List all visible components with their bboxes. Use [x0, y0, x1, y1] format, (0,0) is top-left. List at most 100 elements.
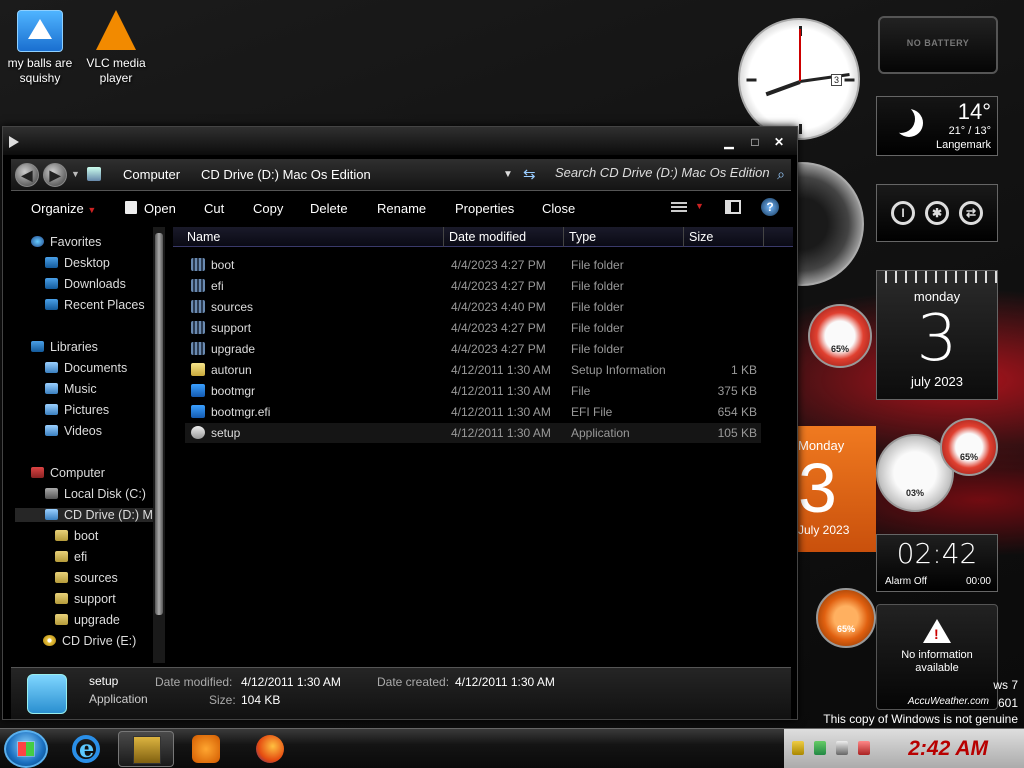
help-icon[interactable]: ?	[761, 198, 779, 216]
taskbar-media-player[interactable]	[178, 731, 234, 767]
column-separator[interactable]	[763, 227, 764, 247]
nav-music[interactable]: Music	[45, 382, 97, 396]
cut-button[interactable]: Cut	[204, 201, 224, 216]
navigation-scrollbar[interactable]	[153, 227, 165, 663]
nav-desktop[interactable]: Desktop	[45, 256, 110, 270]
monitor-icon[interactable]	[836, 741, 848, 755]
analog-clock-gadget[interactable]: 3	[738, 18, 860, 140]
nav-local-disk[interactable]: Local Disk (C:)	[45, 487, 146, 501]
file-row[interactable]: sources 4/4/2023 4:40 PM File folder	[185, 297, 761, 317]
organize-button[interactable]: Organize ▼	[31, 201, 96, 216]
nav-computer[interactable]: Computer	[31, 466, 105, 480]
start-button[interactable]	[4, 730, 48, 768]
forward-button[interactable]: ▶	[43, 163, 67, 187]
internet-explorer-icon	[72, 734, 100, 763]
nav-upgrade[interactable]: upgrade	[55, 613, 120, 627]
file-row[interactable]: autorun 4/12/2011 1:30 AM Setup Informat…	[185, 360, 761, 380]
explorer-icon	[133, 736, 161, 764]
breadcrumb-cd-drive[interactable]: CD Drive (D:) Mac Os Edition	[201, 167, 371, 182]
nav-documents[interactable]: Documents	[45, 361, 127, 375]
scrollbar-thumb[interactable]	[155, 233, 163, 615]
nav-videos[interactable]: Videos	[45, 424, 102, 438]
desktop-icon-vlc[interactable]: VLC media player	[76, 10, 156, 86]
desktop-icon-folder[interactable]: my balls are squishy	[0, 10, 80, 86]
accuweather-gadget[interactable]: ! No information available AccuWeather.c…	[876, 604, 998, 710]
gauge-value: 03%	[905, 488, 924, 498]
file-row[interactable]: efi 4/4/2023 4:27 PM File folder	[185, 276, 761, 296]
column-size[interactable]: Size	[689, 230, 713, 244]
taskbar-firefox[interactable]	[242, 731, 298, 767]
chevron-down-icon[interactable]: ▼	[71, 169, 80, 179]
gauge-value: 65%	[836, 624, 855, 634]
refresh-icon[interactable]: ⇆	[523, 165, 536, 183]
nav-cd-drive-d[interactable]: CD Drive (D:) Ma	[15, 508, 161, 522]
nav-boot[interactable]: boot	[55, 529, 98, 543]
open-button[interactable]: Open	[144, 201, 176, 216]
volume-muted-icon[interactable]	[858, 741, 870, 755]
view-icon[interactable]	[671, 202, 687, 213]
minimize-button[interactable]: ▁	[719, 135, 739, 149]
nav-efi[interactable]: efi	[55, 550, 87, 564]
breadcrumb-computer[interactable]: Computer	[123, 167, 180, 182]
battery-gadget[interactable]: NO BATTERY	[878, 16, 998, 74]
nav-pictures[interactable]: Pictures	[45, 403, 109, 417]
column-separator[interactable]	[563, 227, 564, 247]
taskbar-clock[interactable]: 2:42 AM	[908, 737, 988, 761]
file-row[interactable]: setup 4/12/2011 1:30 AM Application 105 …	[185, 423, 761, 443]
file-row[interactable]: upgrade 4/4/2023 4:27 PM File folder	[185, 339, 761, 359]
file-row[interactable]: bootmgr 4/12/2011 1:30 AM File 375 KB	[185, 381, 761, 401]
delete-button[interactable]: Delete	[310, 201, 348, 216]
details-size-label: Size:	[209, 693, 236, 707]
desktop-icon-label: squishy	[19, 71, 61, 85]
nav-cd-drive-e[interactable]: CD Drive (E:)	[43, 634, 136, 648]
maximize-button[interactable]: □	[745, 135, 765, 149]
nav-downloads[interactable]: Downloads	[45, 277, 126, 291]
nav-support[interactable]: support	[55, 592, 116, 606]
chevron-down-icon[interactable]: ▼	[695, 201, 704, 211]
file-row[interactable]: bootmgr.efi 4/12/2011 1:30 AM EFI File 6…	[185, 402, 761, 422]
orange-calendar-gadget[interactable]: Monday 3 July 2023	[798, 426, 876, 552]
column-separator[interactable]	[683, 227, 684, 247]
calendar-gadget[interactable]: monday 3 july 2023	[876, 270, 998, 400]
gauge-gadget[interactable]: 65%	[808, 304, 872, 368]
network-icon[interactable]	[792, 741, 804, 755]
chevron-down-icon[interactable]: ▼	[503, 169, 513, 180]
nav-recent-places[interactable]: Recent Places	[45, 298, 145, 312]
music-icon	[45, 383, 58, 394]
search-input[interactable]: Search CD Drive (D:) Mac Os Edition	[555, 165, 785, 180]
taskbar-ie[interactable]	[58, 731, 114, 767]
gauge-gadget[interactable]: 65%	[816, 588, 876, 648]
folder-icon	[191, 321, 205, 334]
file-row[interactable]: support 4/4/2023 4:27 PM File folder	[185, 318, 761, 338]
close-action-button[interactable]: Close	[542, 201, 575, 216]
properties-button[interactable]: Properties	[455, 201, 514, 216]
column-separator[interactable]	[443, 227, 444, 247]
nav-libraries[interactable]: Libraries	[31, 340, 98, 354]
folder-icon	[55, 530, 68, 541]
column-type[interactable]: Type	[569, 230, 596, 244]
column-date-modified[interactable]: Date modified	[449, 230, 526, 244]
nav-sources[interactable]: sources	[55, 571, 118, 585]
gauge-gadget[interactable]: 65%	[940, 418, 998, 476]
file-type: File	[571, 384, 591, 398]
alarm-clock-gadget[interactable]: 02:42 Alarm Off 00:00	[876, 534, 998, 592]
settings-icon[interactable]: ✱	[925, 201, 949, 225]
hour-hand	[765, 80, 801, 97]
taskbar-explorer[interactable]	[118, 731, 174, 767]
search-icon[interactable]: ⌕	[777, 166, 785, 183]
preview-pane-icon[interactable]	[725, 200, 741, 214]
weather-gadget[interactable]: 14° 21° / 13° Langemark	[876, 96, 998, 156]
action-center-icon[interactable]	[814, 741, 826, 755]
rename-button[interactable]: Rename	[377, 201, 426, 216]
back-button[interactable]: ◀	[15, 163, 39, 187]
switch-icon[interactable]: ⇄	[959, 201, 983, 225]
nav-favorites[interactable]: Favorites	[31, 235, 101, 249]
power-icon[interactable]: I	[891, 201, 915, 225]
copy-button[interactable]: Copy	[253, 201, 283, 216]
title-bar[interactable]: ▁ □ ✕	[3, 127, 797, 155]
column-name[interactable]: Name	[187, 230, 220, 244]
warning-icon: !	[923, 619, 951, 643]
close-button[interactable]: ✕	[769, 135, 789, 149]
file-row[interactable]: boot 4/4/2023 4:27 PM File folder	[185, 255, 761, 275]
accuweather-brand[interactable]: AccuWeather.com	[908, 696, 989, 707]
